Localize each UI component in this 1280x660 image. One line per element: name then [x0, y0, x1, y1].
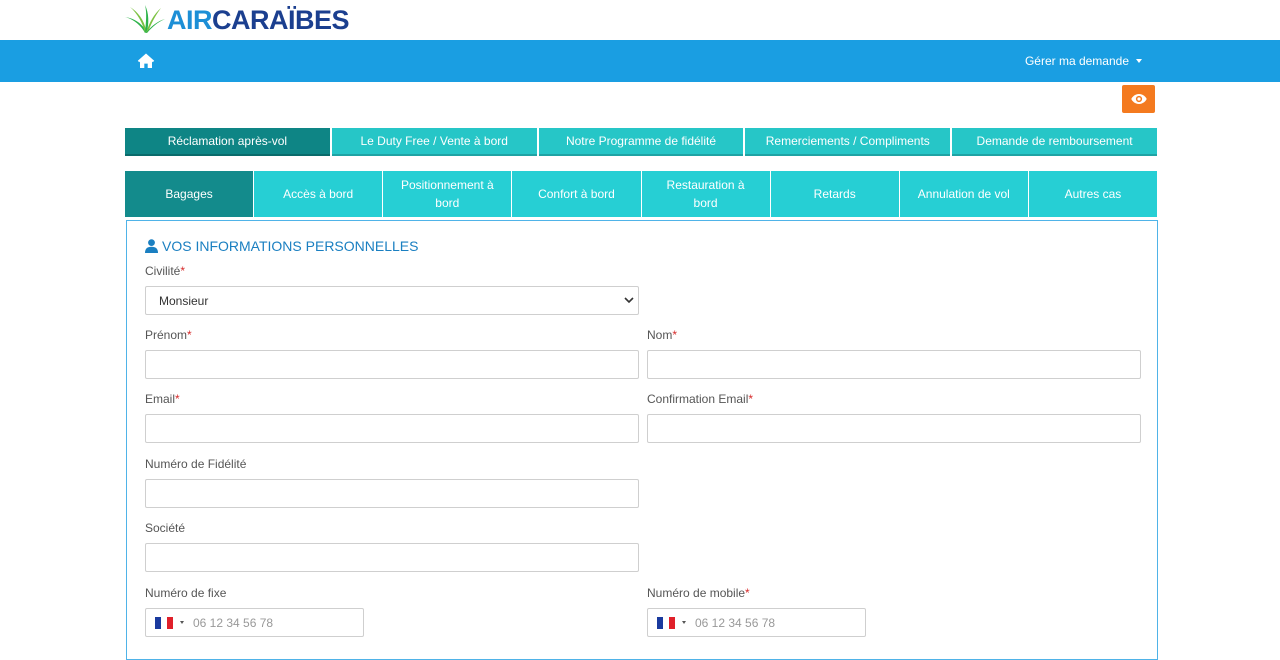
fixe-placeholder: 06 12 34 56 78	[193, 615, 274, 630]
user-icon	[145, 239, 158, 253]
subtab-autres-cas[interactable]: Autres cas	[1028, 171, 1157, 217]
fidelite-label: Numéro de Fidélité	[145, 457, 247, 471]
mobile-phone-input[interactable]: 06 12 34 56 78	[647, 608, 866, 637]
civilite-label: Civilité*	[145, 264, 185, 278]
subtab-annulation[interactable]: Annulation de vol	[899, 171, 1028, 217]
france-flag-icon[interactable]	[155, 616, 173, 629]
societe-input[interactable]	[145, 543, 639, 572]
civilite-value: Monsieur	[159, 293, 209, 308]
manage-request-label: Gérer ma demande	[1024, 54, 1129, 68]
top-navbar: Gérer ma demande	[0, 40, 1280, 82]
tab-remboursement[interactable]: Demande de remboursement	[952, 128, 1157, 156]
mobile-label-text: Numéro de mobile	[647, 586, 746, 600]
subtab-retards[interactable]: Retards	[770, 171, 899, 217]
france-flag-icon[interactable]	[657, 616, 675, 629]
palm-logo-icon	[125, 5, 165, 33]
required-mark: *	[745, 586, 750, 600]
fixe-label: Numéro de fixe	[145, 586, 227, 600]
country-caret-icon	[180, 621, 184, 624]
brand-air: AIR	[167, 4, 213, 35]
section-title: VOS INFORMATIONS PERSONNELLES	[145, 238, 418, 254]
mobile-label: Numéro de mobile*	[647, 586, 750, 600]
required-mark: *	[187, 328, 192, 342]
mobile-placeholder: 06 12 34 56 78	[695, 615, 776, 630]
sub-tabs: Bagages Accès à bord Positionnement à bo…	[125, 171, 1157, 217]
manage-request-dropdown[interactable]: Gérer ma demande	[1025, 40, 1142, 82]
tab-remerciements[interactable]: Remerciements / Compliments	[745, 128, 951, 156]
civilite-label-text: Civilité	[145, 264, 181, 278]
brand-name: AIRCARAÏBES	[167, 4, 350, 35]
fixe-phone-input[interactable]: 06 12 34 56 78	[145, 608, 364, 637]
societe-label: Société	[145, 521, 186, 535]
required-mark: *	[180, 264, 186, 278]
email-label: Email*	[145, 392, 180, 406]
tab-duty-free[interactable]: Le Duty Free / Vente à bord	[331, 128, 537, 156]
home-icon[interactable]	[137, 52, 155, 70]
civilite-select[interactable]: Monsieur	[145, 286, 639, 315]
section-title-text: VOS INFORMATIONS PERSONNELLES	[162, 238, 419, 254]
prenom-label-text: Prénom	[145, 328, 188, 342]
nom-input[interactable]	[647, 350, 1141, 379]
nom-label: Nom*	[647, 328, 677, 342]
nom-label-text: Nom	[647, 328, 673, 342]
personal-info-panel: VOS INFORMATIONS PERSONNELLES Civilité* …	[126, 220, 1158, 660]
country-caret-icon	[682, 621, 686, 624]
subtab-acces-a-bord[interactable]: Accès à bord	[254, 171, 383, 217]
prenom-input[interactable]	[145, 350, 639, 379]
chevron-down-icon	[624, 297, 634, 304]
subtab-bagages[interactable]: Bagages	[125, 171, 254, 217]
category-tabs: Réclamation après-vol Le Duty Free / Ven…	[125, 128, 1157, 156]
prenom-label: Prénom*	[145, 328, 192, 342]
subtab-positionnement[interactable]: Positionnement à bord	[383, 171, 512, 217]
view-toggle-button[interactable]	[1122, 85, 1155, 113]
required-mark: *	[175, 392, 180, 406]
tab-programme-fidelite[interactable]: Notre Programme de fidélité	[538, 128, 744, 156]
email-confirm-label-text: Confirmation Email	[647, 392, 749, 406]
brand-caraibes: CARAÏBES	[212, 4, 350, 35]
email-confirm-input[interactable]	[647, 414, 1141, 443]
caret-down-icon	[1136, 59, 1142, 63]
brand-logo[interactable]: AIRCARAÏBES	[125, 4, 350, 36]
eye-icon	[1130, 94, 1147, 104]
tab-reclamation-apres-vol[interactable]: Réclamation après-vol	[125, 128, 330, 156]
email-label-text: Email	[145, 392, 176, 406]
required-mark: *	[672, 328, 678, 342]
fidelite-input[interactable]	[145, 479, 639, 508]
required-mark: *	[748, 392, 754, 406]
email-input[interactable]	[145, 414, 639, 443]
subtab-restauration[interactable]: Restauration à bord	[641, 171, 770, 217]
logo-bar: AIRCARAÏBES	[0, 0, 1280, 40]
email-confirm-label: Confirmation Email*	[647, 392, 753, 406]
subtab-confort[interactable]: Confort à bord	[512, 171, 641, 217]
